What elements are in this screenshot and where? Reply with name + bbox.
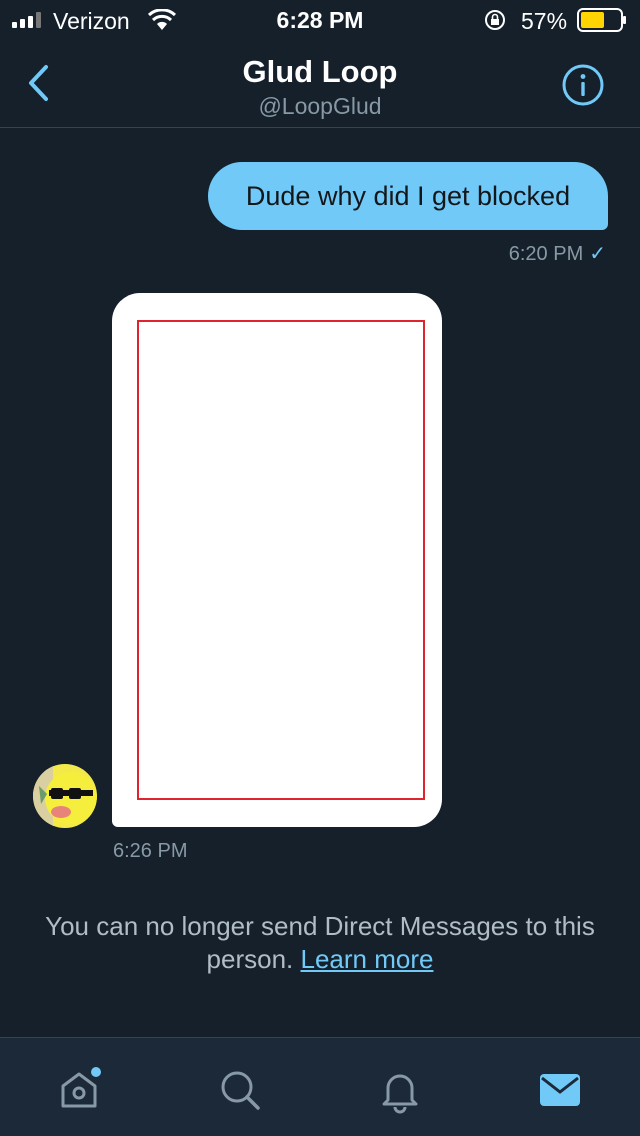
search-icon xyxy=(221,1071,260,1110)
conversation-title[interactable]: Glud Loop xyxy=(0,54,640,90)
outgoing-message-bubble[interactable]: Dude why did I get blocked xyxy=(208,162,608,230)
status-bar: Verizon 6:28 PM 57% xyxy=(0,0,640,40)
learn-more-link[interactable]: Learn more xyxy=(301,944,434,974)
incoming-media-message[interactable] xyxy=(112,293,442,827)
tab-messages[interactable] xyxy=(536,1066,584,1114)
read-check-icon: ✓ xyxy=(589,243,606,265)
conversation-header: Glud Loop @LoopGlud xyxy=(0,40,640,128)
tab-search[interactable] xyxy=(216,1066,264,1114)
conversation-handle: @LoopGlud xyxy=(258,93,382,119)
tab-home[interactable] xyxy=(55,1066,103,1114)
info-icon[interactable] xyxy=(562,64,604,106)
message-text: Dude why did I get blocked xyxy=(245,181,571,211)
battery-icon xyxy=(577,8,626,32)
battery-percent: 57% xyxy=(521,8,568,34)
outgoing-message-meta: 6:20 PM ✓ xyxy=(509,241,606,266)
blocked-notice: You can no longer send Direct Messages t… xyxy=(20,910,620,976)
notification-dot xyxy=(91,1067,101,1077)
tab-bar xyxy=(0,1037,640,1136)
rotation-lock-icon xyxy=(485,10,505,30)
home-icon xyxy=(61,1067,101,1108)
message-time: 6:20 PM xyxy=(508,243,584,265)
mail-icon xyxy=(540,1074,580,1106)
bell-icon xyxy=(382,1074,418,1114)
tab-notifications[interactable] xyxy=(376,1066,424,1114)
media-image[interactable] xyxy=(137,320,425,800)
incoming-message-time: 6:26 PM xyxy=(113,840,188,862)
sender-avatar[interactable] xyxy=(33,764,97,828)
